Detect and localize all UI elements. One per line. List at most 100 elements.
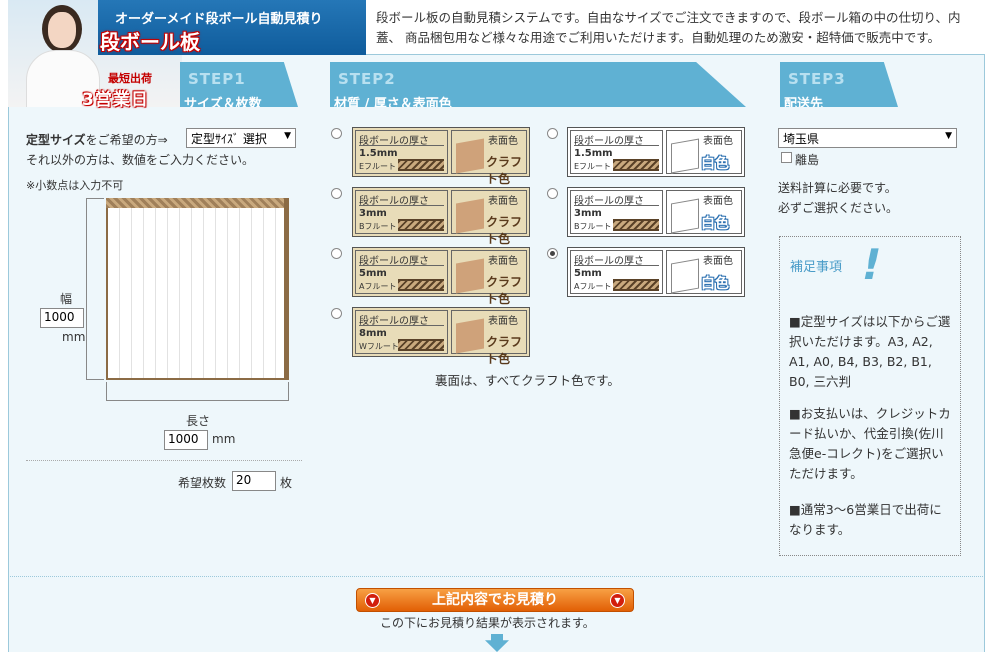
thickness-option-card[interactable]: 段ボールの厚さ 3mm Bフルート 表面色 白色 (567, 187, 745, 237)
length-label: 長さ (186, 414, 211, 428)
shipping-badge-days: 3営業日 (82, 90, 149, 110)
width-input[interactable]: 1000 (40, 308, 84, 328)
thickness-option-card[interactable]: 段ボールの厚さ 8mm Wフルート 表面色 クラフト色 (352, 307, 530, 366)
color-swatch (456, 318, 484, 354)
get-quote-label: 上記内容でお見積り (432, 592, 558, 608)
color-header: 表面色 (488, 136, 518, 147)
width-dimension-line (86, 198, 87, 380)
color-panel: 表面色 白色 (666, 190, 742, 234)
color-header: 表面色 (703, 256, 733, 267)
intro-text: 段ボール板の自動見積システムです。自由なサイズでご注文できますので、段ボール箱の… (376, 10, 961, 45)
length-tick-right (288, 382, 289, 400)
color-panel: 表面色 白色 (666, 130, 742, 174)
width-label: 幅 (60, 292, 73, 306)
width-tick-top (86, 198, 104, 199)
notes-title: 補足事項 (790, 260, 843, 275)
note-item: ■通常3～6営業日で出荷になります。 (789, 502, 942, 537)
step2-tab: STEP2 材質 / 厚さ＆表面色 (330, 62, 746, 107)
thickness-radio[interactable] (547, 248, 558, 259)
thickness-radio[interactable] (547, 188, 558, 199)
thickness-panel: 段ボールの厚さ 8mm Wフルート (355, 310, 448, 354)
note-item: ■お支払いは、クレジットカード払いか、代金引換(佐川急便e-コレクト)をご選択い… (789, 406, 951, 481)
color-swatch (456, 198, 484, 234)
thickness-mm: 3mm (574, 208, 602, 219)
thickness-panel: 段ボールの厚さ 1.5mm Eフルート (570, 130, 663, 174)
thickness-radio[interactable] (331, 188, 342, 199)
color-name: 白色 (701, 276, 729, 292)
color-panel: 表面色 クラフト色 (451, 130, 527, 186)
chevron-down-icon: ▼ (945, 131, 952, 141)
color-name: クラフト色 (486, 215, 523, 246)
chevron-down-icon: ▼ (284, 131, 291, 141)
length-tick-left (106, 382, 107, 400)
color-header: 表面色 (488, 316, 518, 327)
get-quote-button[interactable]: ▼ 上記内容でお見積り ▼ (356, 588, 634, 612)
color-panel: 表面色 クラフト色 (451, 250, 527, 306)
step2-number: STEP2 (338, 70, 396, 88)
thickness-option-card[interactable]: 段ボールの厚さ 3mm Bフルート 表面色クラフト色 (352, 187, 530, 246)
thickness-radio[interactable] (331, 248, 342, 259)
color-swatch (456, 258, 484, 294)
down-circle-icon: ▼ (365, 593, 380, 608)
staff-face (48, 12, 76, 48)
thickness-mm: 5mm (574, 268, 602, 279)
flute-type: Eフルート (359, 162, 397, 171)
quantity-input[interactable]: 20 (232, 471, 276, 491)
thickness-mm: 5mm (359, 268, 387, 279)
standard-size-select[interactable]: 定型ｻｲｽﾞ 選択 ▼ (186, 128, 296, 148)
flute-type: Eフルート (574, 162, 612, 171)
thickness-radio[interactable] (331, 128, 342, 139)
thickness-panel: 段ボールの厚さ 5mm Aフルート (355, 250, 448, 294)
color-swatch (671, 138, 699, 174)
header-rule (574, 205, 659, 206)
thickness-radio[interactable] (331, 308, 342, 319)
title-sub: オーダーメイド段ボール自動見積り (115, 12, 323, 27)
color-panel: 表面色 白色 (666, 250, 742, 294)
thickness-mm: 3mm (359, 208, 387, 219)
board-edge-right (284, 198, 289, 380)
color-name: クラフト色 (486, 275, 523, 306)
color-swatch (671, 198, 699, 234)
header-rule (574, 265, 659, 266)
board-edge-top (106, 198, 288, 208)
color-name: 白色 (701, 156, 729, 172)
footer-divider (8, 576, 985, 577)
board-preview (106, 198, 288, 380)
result-note: この下にお見積り結果が表示されます。 (380, 616, 595, 630)
thickness-radio[interactable] (547, 128, 558, 139)
header-rule (359, 205, 444, 206)
thickness-option-card[interactable]: 段ボールの厚さ 1.5mm Eフルート 表面色 クラフト色 (352, 127, 530, 186)
quantity-label: 希望枚数 (178, 476, 227, 490)
thickness-option-card[interactable]: 段ボールの厚さ 5mm Aフルート 表面色 クラフト色 (352, 247, 530, 306)
shipping-note-1: 送料計算に必要です。 (778, 181, 897, 195)
color-header: 表面色 (703, 136, 733, 147)
color-header: 表面色 (703, 196, 733, 207)
header-rule (359, 145, 444, 146)
length-unit: mm (212, 432, 236, 446)
decimal-note: ※小数点は入力不可 (26, 179, 124, 192)
thickness-option-card[interactable]: 段ボールの厚さ 1.5mm Eフルート 表面色 白色 (567, 127, 745, 177)
prefecture-select[interactable]: 埼玉県 ▼ (778, 128, 957, 148)
step1-number: STEP1 (188, 70, 246, 88)
thickness-option-card[interactable]: 段ボールの厚さ 5mm Aフルート 表面色 白色 (567, 247, 745, 297)
corrugation-icon (398, 159, 444, 171)
corrugation-icon (398, 219, 444, 231)
header-rule (574, 145, 659, 146)
step1-divider (26, 460, 302, 461)
island-label: 離島 (795, 153, 820, 167)
thickness-panel: 段ボールの厚さ 3mm Bフルート (355, 190, 448, 234)
length-input[interactable]: 1000 (164, 430, 208, 450)
corrugation-icon (398, 279, 444, 291)
corrugation-icon (613, 219, 659, 231)
color-header: 表面色 (488, 196, 518, 207)
note-item: ■定型サイズは以下からご選択いただけます。A3, A2, A1, A0, B4,… (789, 314, 951, 389)
thickness-mm: 8mm (359, 328, 387, 339)
back-side-note: 裏面は、すべてクラフト色です。 (435, 373, 620, 388)
thickness-mm: 1.5mm (359, 148, 398, 159)
flute-type: Aフルート (359, 282, 397, 291)
step1-tab: STEP1 サイズ＆枚数 (180, 62, 298, 107)
corrugation-icon (613, 279, 659, 291)
island-checkbox[interactable] (781, 152, 792, 163)
color-swatch (456, 138, 484, 174)
page-title: 段ボール板 (100, 30, 200, 54)
